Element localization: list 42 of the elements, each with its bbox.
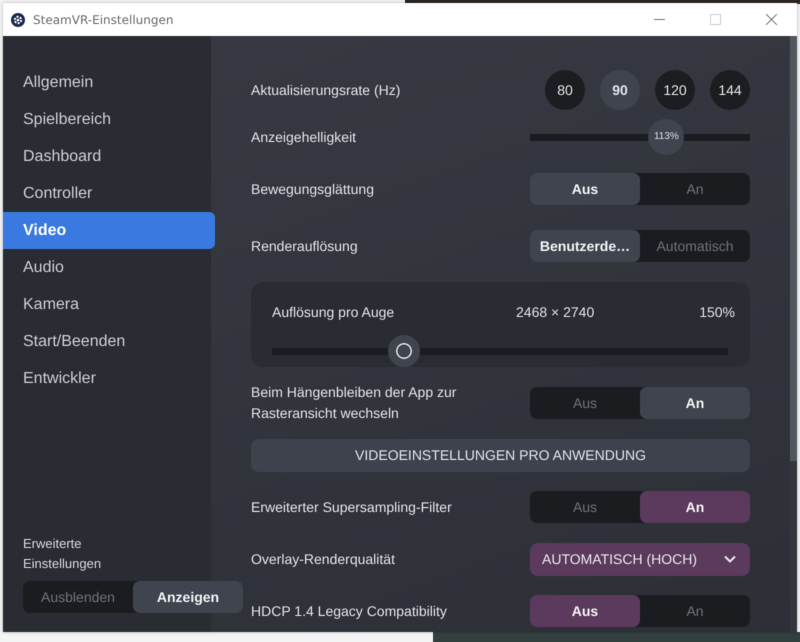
toggle-option[interactable]: Benutzerde… [530,230,640,262]
refresh-rate-option[interactable]: 144 [710,70,750,110]
sidebar-item[interactable]: Controller [3,175,215,212]
sidebar-item[interactable]: Kamera [3,286,215,323]
sidebar-item[interactable]: Video [3,212,215,249]
setting-label: Erweiterter Supersampling-Filter [251,498,452,517]
slider-thumb[interactable] [388,335,420,367]
refresh-rate-option[interactable]: 80 [545,70,585,110]
setting-label: HDCP 1.4 Legacy Compatibility [251,602,447,621]
toggle-option[interactable]: Anzeigen [133,581,243,613]
sidebar-item[interactable]: Entwickler [3,360,215,397]
toggle-option[interactable]: Aus [530,173,640,205]
setting-label: Renderauflösung [251,236,358,256]
per-app-settings-button[interactable]: VIDEOEINSTELLUNGEN PRO ANWENDUNG [251,438,750,472]
setting-label: Beim Hängenbleiben der App zur Rasteransicht wechseln [251,383,458,423]
setting-label: Auflösung pro Auge [272,303,396,322]
refresh-rate-option[interactable]: 90 [600,70,640,110]
sidebar-item[interactable]: Spielbereich [3,101,215,138]
app-icon [11,12,25,26]
scrollbar[interactable] [790,36,797,632]
toggle-option[interactable]: Aus [530,595,640,627]
sidebar-item[interactable]: Allgemein [3,64,215,101]
toggle-option[interactable]: An [640,491,750,523]
sidebar-item[interactable]: Dashboard [3,138,215,175]
dropdown[interactable]: AUTOMATISCH (HOCH) [530,542,750,576]
sidebar-item[interactable]: Audio [3,249,215,286]
dropdown-value: AUTOMATISCH (HOCH) [542,551,698,567]
resolution-value: 2468 × 2740 [516,303,596,322]
window-title: SteamVR-Einstellungen [33,12,174,26]
slider-thumb[interactable]: 113% [648,119,684,155]
chevron-down-icon [724,555,736,563]
setting-label: Anzeigehelligkeit [251,128,356,147]
setting-label: Bewegungsglättung [251,180,374,199]
slider-track[interactable]: 113% [530,119,750,155]
toggle-option[interactable]: An [640,387,750,419]
setting-label: Aktualisierungsrate (Hz) [251,80,400,100]
refresh-rate-option[interactable]: 120 [655,70,695,110]
setting-label: Overlay-Renderqualität [251,550,395,569]
close-icon[interactable] [766,14,777,25]
advanced-settings-label: Erweiterte Einstellungen [23,535,102,573]
sidebar-item[interactable]: Start/Beenden [3,323,215,360]
percent-value: 150% [699,303,735,322]
